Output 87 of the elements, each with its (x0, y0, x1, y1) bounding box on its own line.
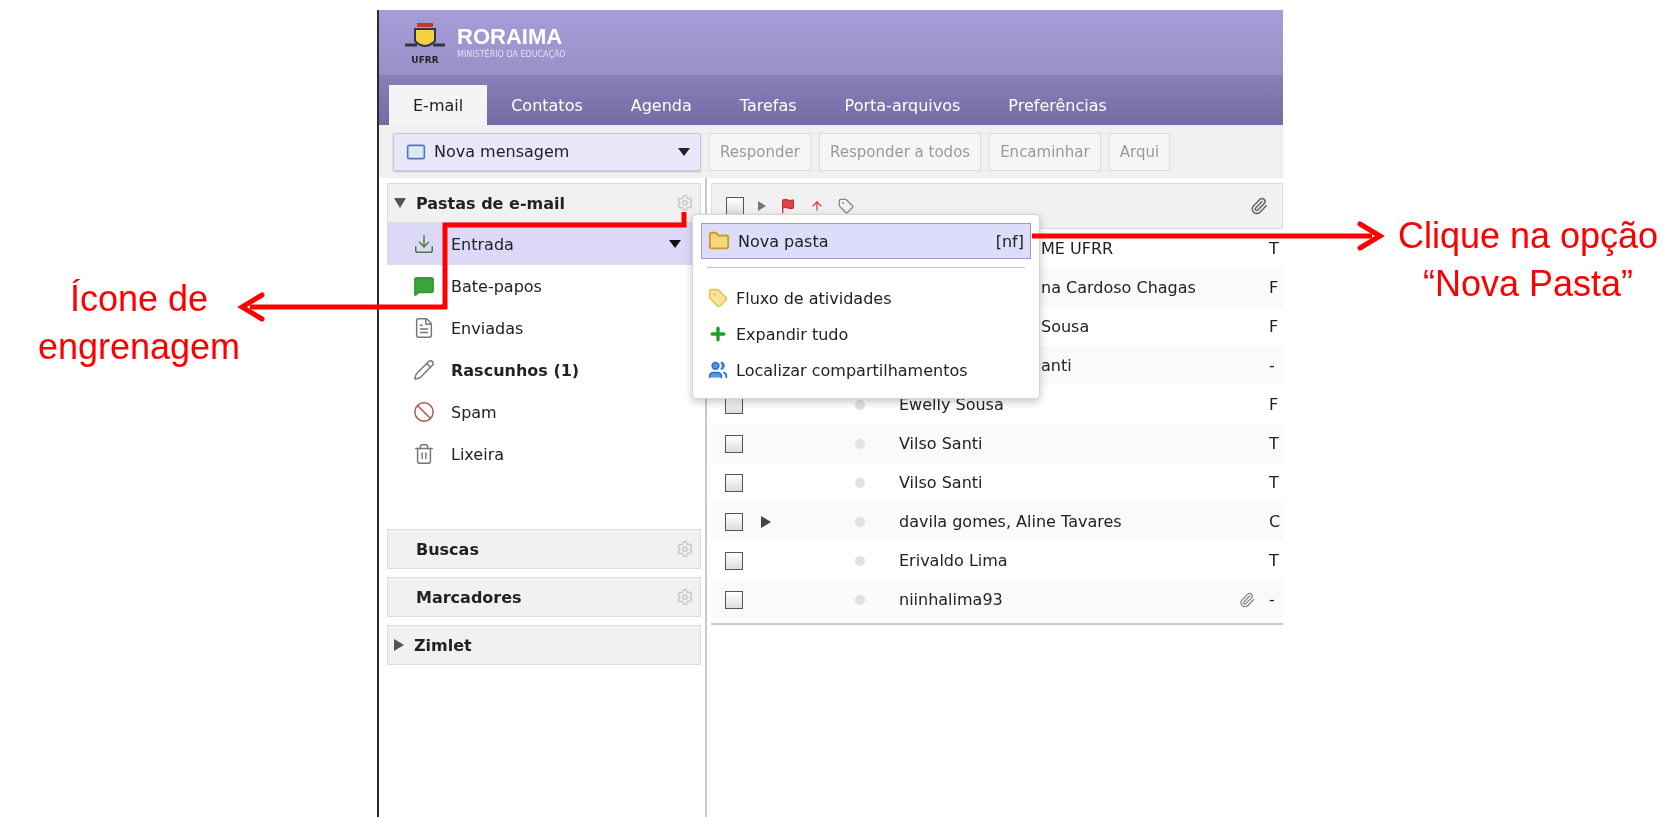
message-row[interactable]: niinhalima93 - (711, 580, 1283, 619)
document-icon (413, 317, 435, 339)
expanded-triangle-icon[interactable] (394, 198, 406, 208)
folder-item[interactable]: Rascunhos (1) (387, 349, 701, 391)
row-checkbox[interactable] (725, 473, 743, 492)
menu-item[interactable]: Fluxo de atividades (701, 280, 1031, 316)
nav-tab[interactable]: Contatos (487, 85, 607, 125)
nav-tab[interactable]: E-mail (389, 85, 488, 125)
sender-text: Vilso Santi (899, 434, 983, 453)
logo-title: RORAIMA (457, 25, 564, 49)
menu-item-label: Fluxo de atividades (736, 288, 892, 308)
menu-item[interactable]: Nova pasta [nf] (701, 223, 1031, 259)
row-checkbox[interactable] (725, 590, 743, 609)
subject-text: T (1269, 473, 1280, 492)
select-all-checkbox[interactable] (726, 197, 744, 215)
subject-text: T (1269, 239, 1280, 258)
new-folder-icon (708, 230, 730, 252)
inbox-download-icon (413, 233, 435, 255)
logo-badge-text: UFRR (411, 54, 439, 65)
message-row[interactable]: davila gomes, Aline Tavares C (711, 502, 1283, 541)
status-dot (855, 594, 865, 605)
section-header[interactable]: Zimlet (387, 625, 701, 665)
sender-text: anti (1041, 356, 1072, 375)
pencil-icon (413, 359, 435, 381)
status-dot (855, 555, 865, 566)
message-row[interactable]: Vilso Santi T (711, 424, 1283, 463)
tag-icon (838, 198, 854, 214)
blocked-icon (413, 401, 435, 423)
paperclip-icon (1250, 197, 1268, 215)
caret-icon[interactable] (669, 240, 681, 248)
folder-item[interactable]: Spam (387, 391, 701, 433)
sender-text: Erivaldo Lima (899, 551, 1008, 570)
nav-tab[interactable]: Preferências (984, 85, 1131, 125)
shortcut-text: [nf] (995, 231, 1024, 251)
logo-subtitle: MINISTÉRIO DA EDUCAÇÃO (457, 50, 566, 60)
trash-icon (413, 443, 435, 465)
subject-text: F (1269, 395, 1280, 414)
status-dot (855, 516, 865, 527)
sender-text: davila gomes, Aline Tavares (899, 512, 1122, 531)
status-dot (855, 399, 865, 410)
new-message-button[interactable]: Nova mensagem (393, 132, 701, 171)
subject-text: F (1269, 278, 1280, 297)
chat-bubble-icon (413, 275, 435, 297)
sender-text: Vilso Santi (899, 473, 983, 492)
section-header[interactable]: Buscas (387, 529, 701, 569)
flag-icon (780, 198, 796, 214)
people-icon (708, 360, 728, 380)
caret-icon (678, 147, 690, 156)
row-checkbox[interactable] (725, 512, 743, 531)
subject-text: T (1269, 434, 1280, 453)
folder-item[interactable]: Bate-papos (387, 265, 701, 307)
section-header[interactable]: Pastas de e-mail (387, 183, 701, 223)
status-dot (855, 438, 865, 449)
menu-item-label: Expandir tudo (736, 324, 849, 344)
section-title: Buscas (416, 539, 479, 559)
subject-text: - (1269, 590, 1276, 609)
section-title: Zimlet (414, 635, 472, 655)
sender-text: ME UFRR (1041, 239, 1114, 258)
collapsed-triangle-icon[interactable] (394, 639, 404, 651)
nav-tab[interactable]: Agenda (606, 85, 716, 125)
subject-text: T (1269, 551, 1280, 570)
menu-item-label: Nova pasta (738, 231, 829, 251)
tag-icon (708, 288, 728, 308)
subject-text: F (1269, 317, 1280, 336)
annotation-text: Clique na opção “Nova Pasta” (1396, 214, 1660, 306)
sender-text: niinhalima93 (899, 590, 1003, 609)
nav-tab[interactable]: Tarefas (715, 85, 821, 125)
expand-triangle-icon[interactable] (761, 515, 771, 528)
menu-item[interactable]: Expandir tudo (701, 316, 1031, 352)
triangle-icon (758, 201, 766, 211)
subject-text: C (1269, 512, 1282, 531)
nav-tab[interactable]: Porta-arquivos (820, 85, 985, 125)
section-header[interactable]: Marcadores (387, 577, 701, 617)
sender-text: Sousa (1041, 317, 1090, 336)
menu-item-label: Localizar compartilhamentos (736, 360, 968, 380)
menu-item[interactable]: Localizar compartilhamentos (701, 352, 1031, 388)
folder-item[interactable]: Enviadas (387, 307, 701, 349)
section-title: Pastas de e-mail (416, 193, 565, 213)
section-title: Marcadores (416, 587, 522, 607)
annotation-text: Ícone de engrenagem (36, 277, 242, 369)
folder-item[interactable]: Lixeira (387, 433, 701, 475)
sender-text: na Cardoso Chagas (1041, 278, 1196, 297)
subject-text: - (1269, 356, 1276, 375)
row-checkbox[interactable] (725, 551, 743, 570)
row-checkbox[interactable] (725, 434, 743, 453)
status-dot (855, 477, 865, 488)
plus-icon (708, 324, 728, 344)
